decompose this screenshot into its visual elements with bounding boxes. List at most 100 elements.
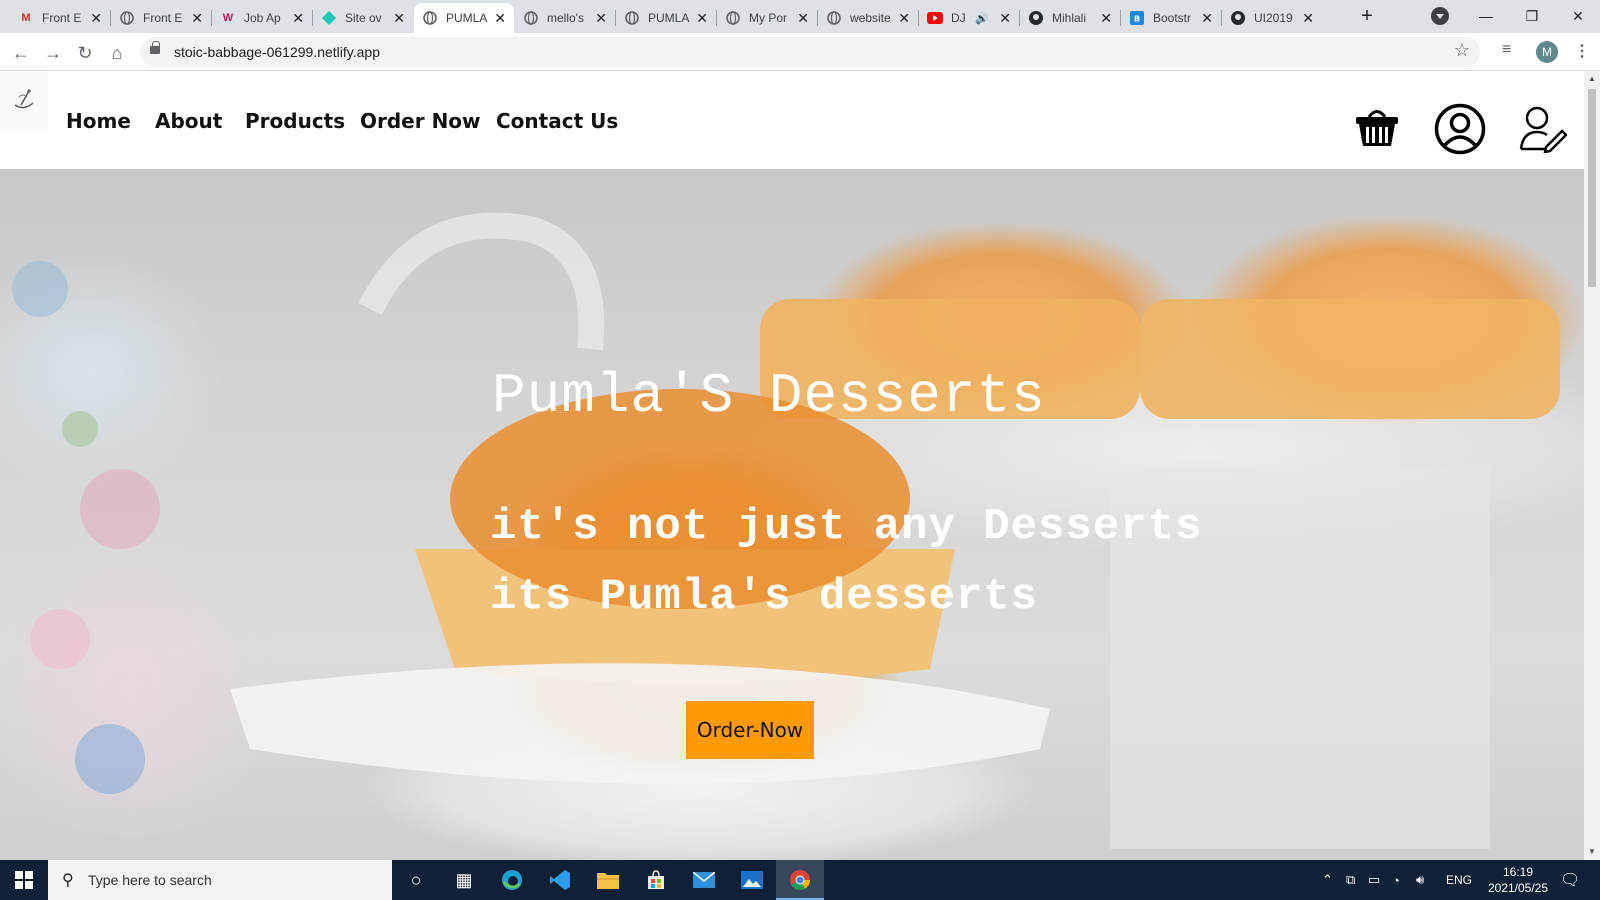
bootstrap-icon: B bbox=[1129, 10, 1145, 26]
browser-toolbar: ← → ↻ ⌂ stoic-babbage-061299.netlify.app… bbox=[0, 33, 1600, 71]
close-icon[interactable]: ✕ bbox=[494, 10, 506, 27]
user-account-icon[interactable] bbox=[1434, 103, 1486, 155]
browser-menu-icon[interactable]: ⋮ bbox=[1574, 41, 1590, 61]
clock-time: 16:19 bbox=[1502, 865, 1534, 879]
cortana-icon[interactable]: ○ bbox=[392, 860, 440, 900]
edge-icon[interactable] bbox=[488, 860, 536, 900]
clock-date: 2021/05/25 bbox=[1487, 881, 1549, 895]
photos-icon[interactable] bbox=[728, 860, 776, 900]
browser-tab-strip: M Front E ✕ Front E ✕ W Job Ap ✕ Site ov… bbox=[0, 0, 1600, 33]
browser-tab[interactable]: My Por ✕ bbox=[717, 3, 817, 33]
lock-icon[interactable] bbox=[150, 41, 160, 54]
close-icon[interactable]: ✕ bbox=[1302, 10, 1314, 27]
taskbar-search-placeholder[interactable]: Type here to search bbox=[88, 872, 212, 888]
show-hidden-icons[interactable]: ⌃ bbox=[1322, 860, 1333, 900]
user-edit-icon[interactable] bbox=[1519, 103, 1567, 153]
browser-tab[interactable]: Front E ✕ bbox=[111, 3, 211, 33]
browser-tab[interactable]: W Job Ap ✕ bbox=[212, 3, 312, 33]
browser-tab[interactable]: B Bootstr ✕ bbox=[1121, 3, 1221, 33]
restore-button[interactable]: ❐ bbox=[1520, 4, 1544, 28]
hero-tagline-1: it's not just any Desserts bbox=[490, 502, 1203, 552]
w-icon: W bbox=[222, 12, 234, 24]
close-icon[interactable]: ✕ bbox=[696, 10, 708, 27]
back-button[interactable]: ← bbox=[8, 40, 34, 66]
language-indicator[interactable]: ENG bbox=[1446, 860, 1472, 900]
close-icon[interactable]: ✕ bbox=[191, 10, 203, 27]
address-bar[interactable]: stoic-babbage-061299.netlify.app ☆ bbox=[140, 37, 1480, 67]
order-now-button[interactable]: Order-Now bbox=[686, 701, 814, 759]
browser-tab[interactable]: UI2019 ✕ bbox=[1222, 3, 1322, 33]
hero-banner: Pumla'S Desserts it's not just any Desse… bbox=[0, 169, 1584, 860]
new-tab-button[interactable]: + bbox=[1355, 4, 1379, 28]
mail-icon[interactable] bbox=[680, 860, 728, 900]
nav-about-link[interactable]: About bbox=[155, 109, 222, 133]
nav-contact-us-link[interactable]: Contact Us bbox=[496, 109, 618, 133]
browser-tab[interactable]: Mihlali ✕ bbox=[1020, 3, 1120, 33]
close-icon[interactable]: ✕ bbox=[1100, 10, 1112, 27]
taskbar-clock[interactable]: 16:19 2021/05/25 bbox=[1478, 864, 1558, 896]
basket-icon[interactable] bbox=[1354, 105, 1400, 149]
start-button[interactable] bbox=[0, 860, 48, 900]
wifi-icon[interactable]: ◔ bbox=[1392, 860, 1400, 900]
browser-tab[interactable]: DJ 🔊 ✕ bbox=[919, 3, 1019, 33]
reading-list-icon[interactable]: ≡ bbox=[1502, 41, 1511, 59]
page-scrollbar[interactable]: ▲ ▼ bbox=[1584, 71, 1600, 860]
hero-tagline-2: its Pumla's desserts bbox=[490, 572, 1039, 622]
github-icon bbox=[1028, 10, 1044, 26]
site-logo[interactable] bbox=[0, 71, 48, 129]
browser-tab[interactable]: mello's ✕ bbox=[515, 3, 615, 33]
forward-button[interactable]: → bbox=[40, 40, 66, 66]
site-navbar: Home About Products Order Now Contact Us bbox=[0, 71, 1584, 169]
home-button[interactable]: ⌂ bbox=[104, 40, 130, 66]
nav-order-now-link[interactable]: Order Now bbox=[360, 109, 481, 133]
minimize-button[interactable]: — bbox=[1474, 4, 1498, 28]
browser-tab[interactable]: website ✕ bbox=[818, 3, 918, 33]
close-icon[interactable]: ✕ bbox=[999, 10, 1011, 27]
close-icon[interactable]: ✕ bbox=[393, 10, 405, 27]
close-icon[interactable]: ✕ bbox=[292, 10, 304, 27]
microsoft-store-icon[interactable] bbox=[632, 860, 680, 900]
speaker-icon[interactable]: 🔊 bbox=[975, 12, 989, 25]
close-icon[interactable]: ✕ bbox=[90, 10, 102, 27]
profile-avatar[interactable]: M bbox=[1536, 41, 1558, 63]
scrollbar-thumb[interactable] bbox=[1588, 89, 1596, 287]
url-text[interactable]: stoic-babbage-061299.netlify.app bbox=[174, 44, 380, 60]
meet-now-icon[interactable]: ⧉ bbox=[1346, 860, 1355, 900]
hero-title: Pumla'S Desserts bbox=[492, 364, 1046, 428]
netlify-icon bbox=[321, 10, 337, 26]
nav-products-link[interactable]: Products bbox=[245, 109, 345, 133]
browser-tab[interactable]: Site ov ✕ bbox=[313, 3, 413, 33]
volume-icon[interactable]: 🔊︎ bbox=[1416, 860, 1424, 900]
window-close-button[interactable]: ✕ bbox=[1566, 4, 1590, 28]
close-icon[interactable]: ✕ bbox=[797, 10, 809, 27]
battery-icon[interactable]: ▭ bbox=[1368, 860, 1380, 900]
close-icon[interactable]: ✕ bbox=[595, 10, 607, 27]
youtube-icon bbox=[927, 10, 943, 26]
nav-home-link[interactable]: Home bbox=[66, 109, 131, 133]
browser-tab-active[interactable]: PUMLA ✕ bbox=[414, 3, 514, 33]
browser-tab[interactable]: M Front E ✕ bbox=[10, 3, 110, 33]
notification-center-icon[interactable]: 🗨︎ bbox=[1560, 870, 1580, 890]
globe-icon bbox=[826, 10, 842, 26]
browser-tab[interactable]: PUMLA ✕ bbox=[616, 3, 716, 33]
page-viewport: Home About Products Order Now Contact Us bbox=[0, 71, 1584, 860]
reload-button[interactable]: ↻ bbox=[72, 40, 98, 66]
globe-icon bbox=[725, 10, 741, 26]
vscode-icon[interactable] bbox=[536, 860, 584, 900]
taskbar-search-box[interactable]: ⚲ Type here to search bbox=[48, 860, 392, 900]
gmail-icon: M bbox=[21, 12, 31, 24]
task-view-icon[interactable]: ▦ bbox=[440, 860, 488, 900]
file-explorer-icon[interactable] bbox=[584, 860, 632, 900]
tab-search-button[interactable] bbox=[1431, 7, 1449, 25]
close-icon[interactable]: ✕ bbox=[1201, 10, 1213, 27]
close-icon[interactable]: ✕ bbox=[898, 10, 910, 27]
scroll-down-arrow-icon[interactable]: ▼ bbox=[1588, 847, 1596, 856]
bookmark-star-icon[interactable]: ☆ bbox=[1454, 40, 1470, 61]
whisk-logo-icon bbox=[14, 89, 34, 109]
scroll-up-arrow-icon[interactable]: ▲ bbox=[1588, 74, 1596, 83]
globe-icon bbox=[624, 10, 640, 26]
globe-icon bbox=[523, 10, 539, 26]
github-icon bbox=[1230, 10, 1246, 26]
chrome-icon[interactable] bbox=[776, 860, 824, 900]
globe-icon bbox=[119, 10, 135, 26]
